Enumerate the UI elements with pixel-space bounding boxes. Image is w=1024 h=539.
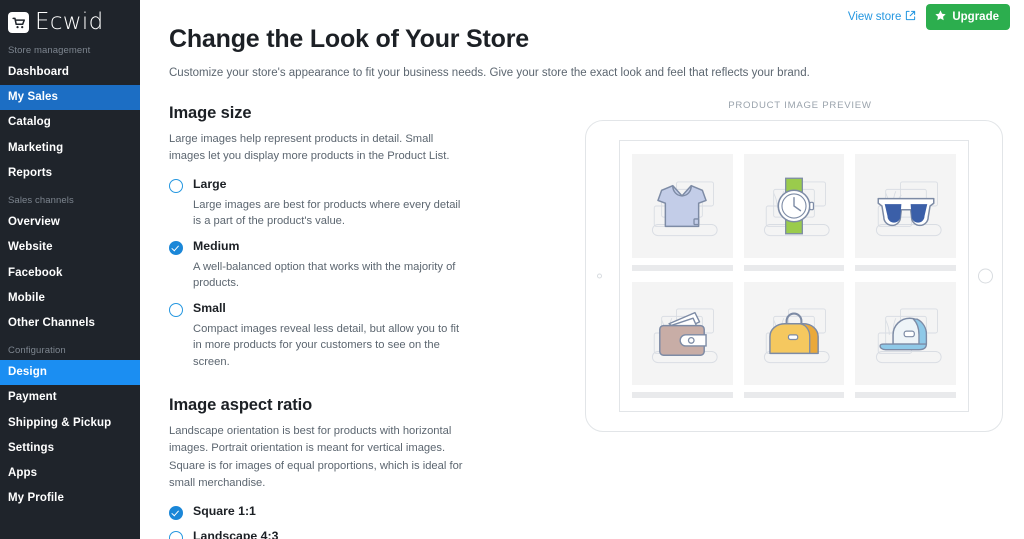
product-title-placeholder [855,392,956,398]
radio-unchecked-icon[interactable] [169,179,183,194]
radio-unchecked-icon[interactable] [169,303,183,318]
aspect-ratio-heading: Image aspect ratio [169,395,313,414]
sidebar-item-website[interactable]: Website [0,235,140,260]
aspect-ratio-radio-group[interactable]: Square 1:1 Landscape 4:3 [169,504,479,539]
radio-option-label: Landscape 4:3 [193,529,279,539]
upgrade-label: Upgrade [952,11,999,23]
sidebar-item-apps[interactable]: Apps [0,461,140,486]
sidebar-item-mobile[interactable]: Mobile [0,286,140,311]
product-tile[interactable] [855,154,956,271]
radio-option-medium[interactable]: Medium A well-balanced option that works … [169,239,479,292]
product-title-placeholder [743,264,845,271]
image-size-section: Image size Large images help represent p… [169,104,479,371]
radio-option-body: Small Compact images reveal less detail, … [193,301,463,371]
watch-icon [743,154,845,258]
sidebar-item-dashboard[interactable]: Dashboard [0,60,140,85]
camera-icon [597,273,602,279]
radio-option-description: A well-balanced option that works with t… [193,260,456,290]
brand-name: Ecwid [35,9,104,35]
sidebar-item-overview[interactable]: Overview [0,210,140,235]
sidebar-item-catalog[interactable]: Catalog [0,110,140,135]
app-root: Ecwid Store management Dashboard My Sales C… [0,0,1024,539]
radio-checked-icon[interactable] [169,241,183,256]
aspect-ratio-section: Image aspect ratio Landscape orientation… [169,396,479,539]
radio-option-label: Medium [193,239,240,254]
product-tile[interactable] [855,281,956,398]
view-store-link[interactable]: View store [848,10,916,24]
sidebar-item-settings[interactable]: Settings [0,436,140,461]
sidebar-item-payment[interactable]: Payment [0,385,140,410]
sidebar-item-facebook[interactable]: Facebook [0,261,140,286]
sidebar-item-my-sales[interactable]: My Sales [0,85,140,111]
product-image-preview: PRODUCT IMAGE PREVIEW [585,100,1015,432]
wallet-icon [632,281,733,385]
tablet-mockup [585,120,1003,432]
radio-option-body: Large Large images are best for products … [193,177,463,230]
radio-option-description: Large images are best for products where… [193,198,461,228]
product-title-placeholder [632,392,733,398]
main-content: View store Upgrade Change the Look of Yo… [140,0,1024,539]
external-link-icon [905,10,916,24]
sidebar-item-marketing[interactable]: Marketing [0,136,140,161]
image-size-radio-group[interactable]: Large Large images are best for products … [169,177,479,371]
radio-option-small[interactable]: Small Compact images reveal less detail, … [169,301,479,371]
product-title-placeholder [855,264,956,271]
radio-option-landscape-4-3[interactable]: Landscape 4:3 [169,529,479,539]
shopping-cart-icon [8,12,29,33]
image-size-description: Large images help represent products in … [169,132,450,162]
preview-title: PRODUCT IMAGE PREVIEW [728,100,872,111]
sidebar-group-title: Store management [8,45,91,56]
sidebar-item-design[interactable]: Design [0,360,140,386]
radio-option-label: Square 1:1 [193,504,256,519]
brand-logo[interactable]: Ecwid [0,0,140,36]
product-title-placeholder [632,264,733,271]
product-tile[interactable] [743,281,845,398]
star-icon [934,9,947,25]
sunglasses-icon [855,154,956,258]
radio-option-square-1-1[interactable]: Square 1:1 [169,504,479,521]
home-button-icon [978,268,993,284]
image-size-heading: Image size [169,103,252,122]
tshirt-icon [632,154,733,258]
radio-option-label: Small [193,301,226,316]
view-store-label: View store [847,11,902,23]
radio-checked-icon[interactable] [169,506,183,521]
sidebar-item-reports[interactable]: Reports [0,161,140,186]
sidebar-nav: Store management Dashboard My Sales Catalog… [0,36,140,512]
radio-option-description: Compact images reveal less detail, but a… [193,322,460,369]
page-subtitle: Customize your store's appearance to fit… [169,66,810,79]
sidebar-item-shipping-pickup[interactable]: Shipping & Pickup [0,411,140,436]
sidebar-group-title: Configuration [8,345,66,357]
product-tile[interactable] [743,154,845,271]
radio-unchecked-icon[interactable] [169,531,183,539]
sidebar: Ecwid Store management Dashboard My Sales C… [0,0,140,539]
handbag-icon [743,281,845,385]
settings-column: Image size Large images help represent p… [169,104,479,539]
cap-icon [855,281,956,385]
radio-option-body: Medium A well-balanced option that works … [193,239,463,292]
sidebar-group-title: Sales channels [8,195,74,207]
radio-option-large[interactable]: Large Large images are best for products … [169,177,479,230]
sidebar-item-other-channels[interactable]: Other Channels [0,311,140,336]
tablet-screen [619,140,969,412]
radio-option-label: Large [193,177,227,192]
product-grid [632,154,956,398]
product-title-placeholder [743,392,845,398]
aspect-ratio-description: Landscape orientation is best for produc… [169,424,463,490]
radio-option-body: Square 1:1 [193,504,256,519]
product-tile[interactable] [632,154,733,271]
top-bar: View store Upgrade [848,0,1024,34]
radio-option-body: Landscape 4:3 [193,529,278,539]
upgrade-button[interactable]: Upgrade [926,4,1010,30]
sidebar-item-my-profile[interactable]: My Profile [0,486,140,511]
product-tile[interactable] [632,281,733,398]
